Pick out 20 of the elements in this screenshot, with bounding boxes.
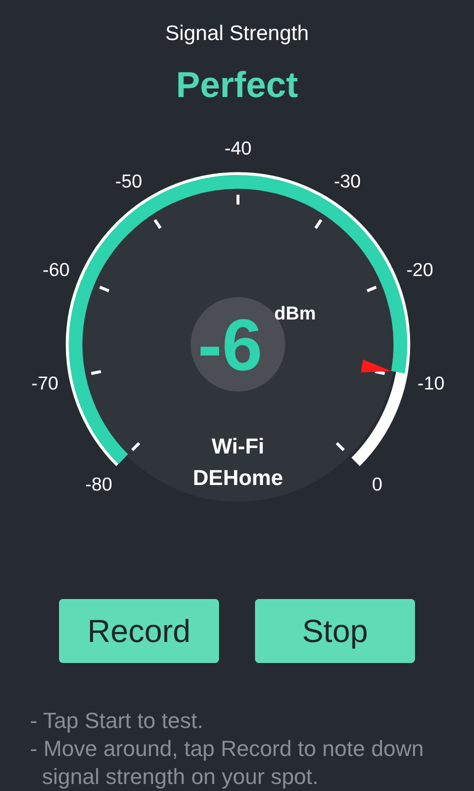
tick-label: -30 bbox=[334, 170, 361, 192]
tick-label: -20 bbox=[406, 258, 434, 280]
tip-text: - Tap Start to test. bbox=[30, 707, 204, 735]
tick-label: -80 bbox=[85, 472, 112, 494]
tick-label: -60 bbox=[42, 258, 70, 280]
tick-label: -70 bbox=[31, 372, 58, 394]
tick-label: -50 bbox=[115, 170, 142, 192]
network-name: DEHome bbox=[192, 464, 284, 490]
action-button[interactable]: Record bbox=[59, 599, 219, 663]
tick-label: -10 bbox=[418, 372, 445, 394]
unit-label: dBm bbox=[274, 302, 316, 324]
action-button[interactable]: Stop bbox=[255, 599, 415, 663]
screen-title: Signal Strength bbox=[165, 21, 309, 47]
signal-status: Perfect bbox=[176, 62, 298, 106]
network-type: Wi-Fi bbox=[212, 433, 264, 458]
needle-icon bbox=[360, 358, 392, 372]
signal-value: -6 bbox=[198, 304, 262, 386]
tick-label: -40 bbox=[224, 136, 252, 158]
tip-text: - Move around, tap Record to note down signal strength on your spot. bbox=[30, 735, 425, 791]
tick-label: 0 bbox=[372, 472, 382, 494]
